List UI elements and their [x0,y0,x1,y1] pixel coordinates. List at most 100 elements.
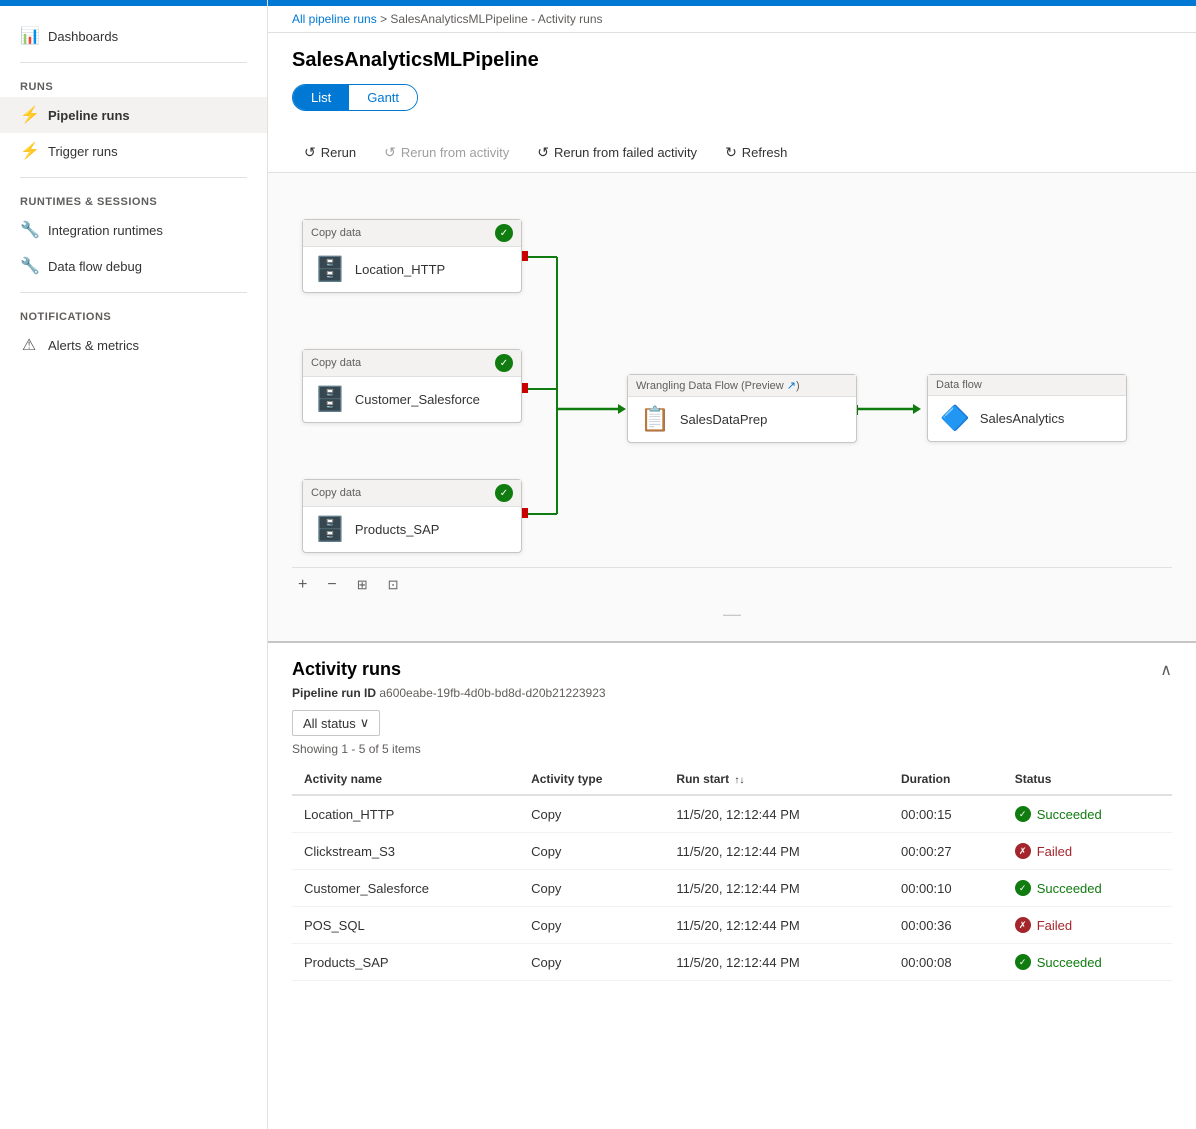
col-status: Status [1003,764,1172,795]
rerun-from-activity-button[interactable]: ↺ Rerun from activity [372,139,521,166]
cell-status: ✓Succeeded [1003,795,1172,833]
node-products-sap-body: 🗄️ Products_SAP [303,507,521,552]
runs-table: Activity name Activity type Run start ↑↓… [292,764,1172,981]
node-location-http[interactable]: Copy data ✓ 🗄️ Location_HTTP [302,219,522,293]
integration-runtimes-icon: 🔧 [20,220,38,240]
sidebar-item-pipeline-runs[interactable]: ⚡ Pipeline runs [0,97,267,133]
zoom-fullscreen-button[interactable]: ⊡ [382,575,405,595]
sidebar-section-runtimes: Runtimes & sessions [0,186,267,212]
rerun-from-failed-label: Rerun from failed activity [554,145,697,160]
rerun-from-failed-button[interactable]: ↺ Rerun from failed activity [525,139,709,166]
zoom-fit-button[interactable]: ⊞ [351,575,374,595]
node-sales-data-prep-type: Wrangling Data Flow (Preview ↗) [636,379,800,392]
rerun-icon: ↺ [304,144,316,161]
status-filter-dropdown[interactable]: All status ∨ [292,710,380,736]
cell-activity-name: Customer_Salesforce [292,870,519,907]
cell-status: ✓Succeeded [1003,870,1172,907]
sidebar-item-pipeline-runs-label: Pipeline runs [48,108,130,123]
breadcrumb-parent-link[interactable]: All pipeline runs [292,12,377,26]
filter-label: All status [303,716,356,731]
sidebar-item-alerts-metrics-label: Alerts & metrics [48,338,139,353]
node-products-sap[interactable]: Copy data ✓ 🗄️ Products_SAP [302,479,522,553]
sidebar-item-dashboards-label: Dashboards [48,29,118,44]
items-count: Showing 1 - 5 of 5 items [292,742,1172,756]
run-id-value: a600eabe-19fb-4d0b-bd8d-d20b21223923 [379,686,605,700]
cell-activity-type: Copy [519,833,664,870]
cell-activity-name: POS_SQL [292,907,519,944]
sidebar-section-notifications: Notifications [0,301,267,327]
cell-duration: 00:00:27 [889,833,1003,870]
list-toggle-btn[interactable]: List [293,85,349,110]
zoom-controls: + − ⊞ ⊡ [292,567,1172,602]
view-toggle-group: List Gantt [292,84,418,111]
success-icon: ✓ [1015,954,1031,970]
node-customer-salesforce[interactable]: Copy data ✓ 🗄️ Customer_Salesforce [302,349,522,423]
sidebar-item-trigger-runs-label: Trigger runs [48,144,118,159]
cell-run-start: 11/5/20, 12:12:44 PM [664,795,889,833]
node-sales-data-prep-icon: 📋 [640,405,670,434]
zoom-in-button[interactable]: + [292,574,313,596]
cell-run-start: 11/5/20, 12:12:44 PM [664,833,889,870]
node-location-http-body: 🗄️ Location_HTTP [303,247,521,292]
runs-table-body: Location_HTTP Copy 11/5/20, 12:12:44 PM … [292,795,1172,981]
sidebar-divider-1 [20,62,247,63]
success-icon: ✓ [1015,806,1031,822]
zoom-out-button[interactable]: − [321,574,342,596]
table-row[interactable]: Location_HTTP Copy 11/5/20, 12:12:44 PM … [292,795,1172,833]
col-activity-type: Activity type [519,764,664,795]
node-sales-analytics-body: 🔷 SalesAnalytics [928,396,1126,441]
col-run-start[interactable]: Run start ↑↓ [664,764,889,795]
node-sales-analytics[interactable]: Data flow 🔷 SalesAnalytics [927,374,1127,442]
rerun-from-activity-icon: ↺ [384,144,396,161]
pipeline-toolbar: ↺ Rerun ↺ Rerun from activity ↺ Rerun fr… [268,133,1196,173]
status-badge: ✓Succeeded [1015,806,1160,822]
sidebar-item-data-flow-debug[interactable]: 🔧 Data flow debug [0,248,267,284]
node-location-http-type: Copy data [311,227,361,239]
dashboard-icon: 📊 [20,26,38,46]
cell-run-start: 11/5/20, 12:12:44 PM [664,907,889,944]
cell-run-start: 11/5/20, 12:12:44 PM [664,870,889,907]
refresh-button[interactable]: ↻ Refresh [713,139,799,166]
table-row[interactable]: Products_SAP Copy 11/5/20, 12:12:44 PM 0… [292,944,1172,981]
breadcrumb: All pipeline runs > SalesAnalyticsMLPipe… [268,6,1196,33]
sort-icon: ↑↓ [734,775,744,786]
status-badge: ✗Failed [1015,917,1160,933]
cell-status: ✓Succeeded [1003,944,1172,981]
node-location-http-label: Location_HTTP [355,262,445,277]
sidebar: 📊 Dashboards Runs ⚡ Pipeline runs ⚡ Trig… [0,0,268,1129]
cell-duration: 00:00:36 [889,907,1003,944]
rerun-label: Rerun [321,145,356,160]
node-sales-analytics-header: Data flow [928,375,1126,396]
filter-row: All status ∨ [292,710,1172,736]
table-row[interactable]: POS_SQL Copy 11/5/20, 12:12:44 PM 00:00:… [292,907,1172,944]
cell-status: ✗Failed [1003,833,1172,870]
gantt-toggle-btn[interactable]: Gantt [349,85,417,110]
node-customer-salesforce-icon: 🗄️ [315,385,345,414]
trigger-runs-icon: ⚡ [20,141,38,161]
node-location-http-success: ✓ [495,224,513,242]
node-products-sap-icon: 🗄️ [315,515,345,544]
sidebar-item-trigger-runs[interactable]: ⚡ Trigger runs [0,133,267,169]
rerun-from-failed-icon: ↺ [537,144,549,161]
alerts-metrics-icon: ⚠ [20,335,38,355]
sidebar-divider-3 [20,292,247,293]
rerun-button[interactable]: ↺ Rerun [292,139,368,166]
sidebar-item-dashboards[interactable]: 📊 Dashboards [0,18,267,54]
node-products-sap-label: Products_SAP [355,522,440,537]
run-id-line: Pipeline run ID a600eabe-19fb-4d0b-bd8d-… [292,686,1172,700]
sidebar-item-alerts-metrics[interactable]: ⚠ Alerts & metrics [0,327,267,363]
node-products-sap-type: Copy data [311,487,361,499]
collapse-button[interactable]: ∧ [1160,660,1172,680]
sidebar-item-data-flow-debug-label: Data flow debug [48,259,142,274]
refresh-label: Refresh [742,145,788,160]
table-row[interactable]: Customer_Salesforce Copy 11/5/20, 12:12:… [292,870,1172,907]
col-activity-name: Activity name [292,764,519,795]
node-sales-data-prep[interactable]: Wrangling Data Flow (Preview ↗) 📋 SalesD… [627,374,857,443]
table-row[interactable]: Clickstream_S3 Copy 11/5/20, 12:12:44 PM… [292,833,1172,870]
table-header: Activity name Activity type Run start ↑↓… [292,764,1172,795]
section-title: Activity runs [292,659,401,680]
cell-activity-type: Copy [519,907,664,944]
failed-icon: ✗ [1015,917,1031,933]
cell-activity-type: Copy [519,944,664,981]
sidebar-item-integration-runtimes[interactable]: 🔧 Integration runtimes [0,212,267,248]
